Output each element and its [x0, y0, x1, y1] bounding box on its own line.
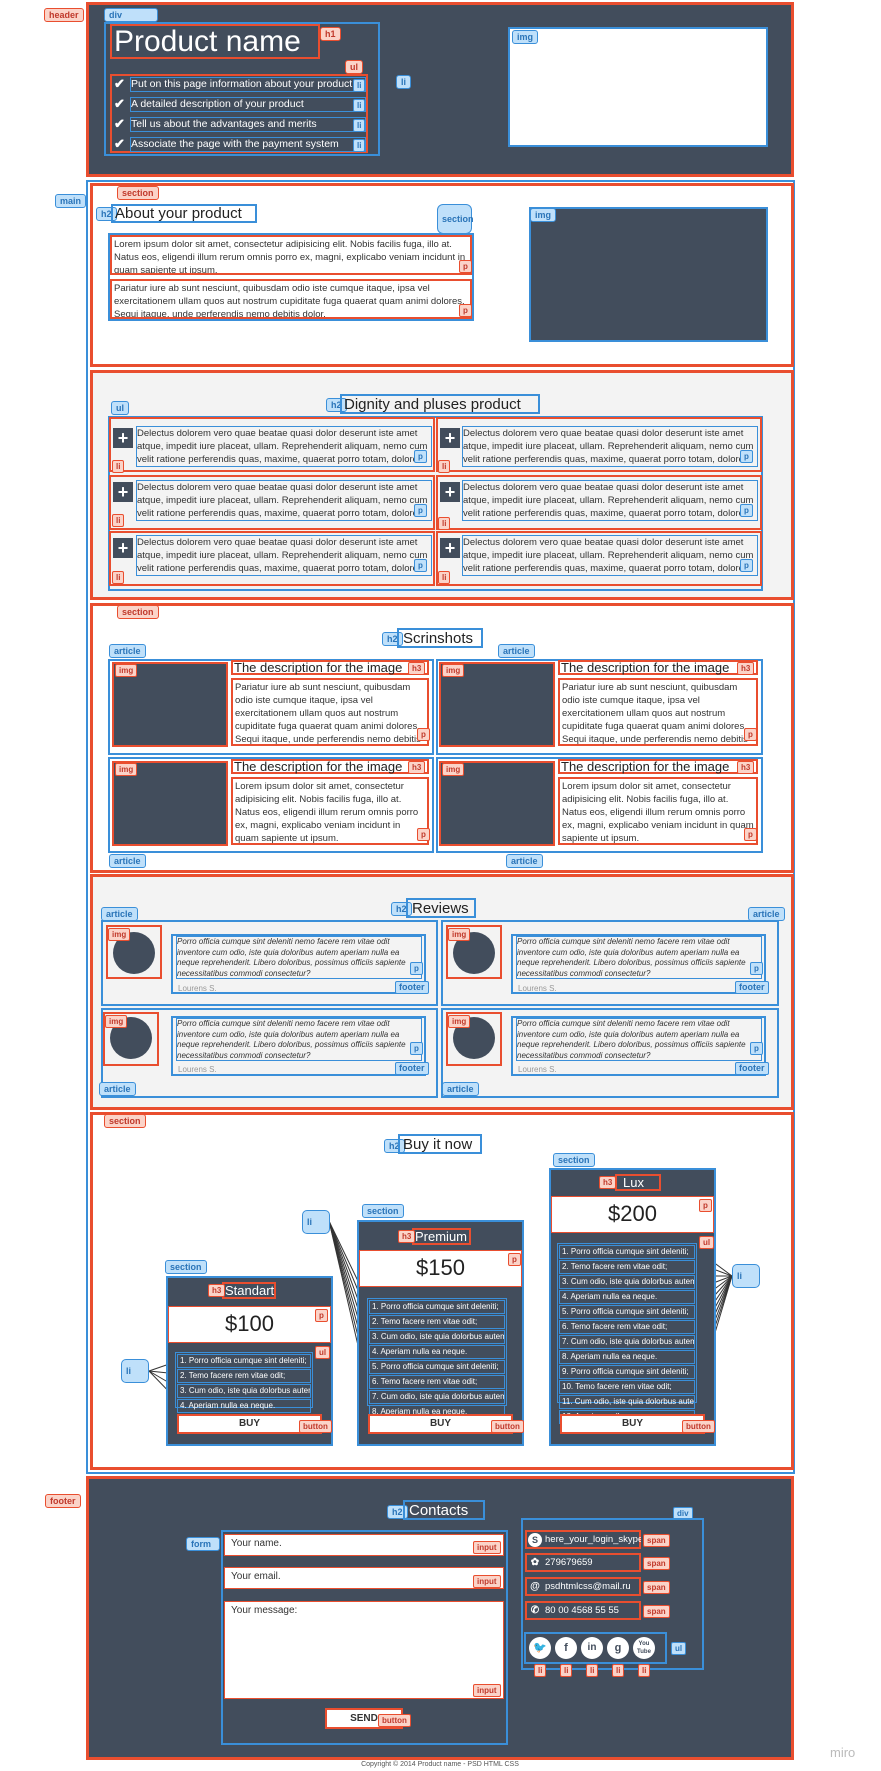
li-annotation-tag: li	[732, 1264, 760, 1288]
li-tag: li	[638, 1664, 651, 1677]
youtube-icon[interactable]: You Tube	[633, 1637, 655, 1659]
p-tag: p	[315, 1309, 328, 1322]
email-address: psdhtmlcss@mail.ru	[545, 1581, 631, 1592]
input-tag: input	[473, 1684, 501, 1697]
span-tag: span	[643, 1557, 670, 1570]
p-tag: p	[508, 1253, 521, 1266]
span-tag: span	[643, 1581, 670, 1594]
button-tag: button	[682, 1420, 715, 1433]
skype-icon: S	[528, 1533, 542, 1547]
at-icon: @	[530, 1581, 540, 1592]
plan-feature: 4. Aperiam nulla ea neque.	[559, 1290, 695, 1304]
span-tag: span	[643, 1605, 670, 1618]
plan-features: 1. Porro officia cumque sint deleniti; 2…	[175, 1352, 313, 1413]
plan-feature: 1. Porro officia cumque sint deleniti;	[369, 1300, 505, 1314]
h3-tag: h3	[208, 1284, 226, 1297]
linkedin-icon[interactable]: in	[581, 1637, 603, 1659]
li-annotation-tag: li	[302, 1210, 330, 1234]
google-icon[interactable]: g	[607, 1637, 629, 1659]
plan-features: 1. Porro officia cumque sint deleniti; 2…	[367, 1298, 507, 1419]
plan-feature: 2. Temo facere rem vitae odit;	[177, 1369, 311, 1383]
plan-feature: 5. Porro officia cumque sint deleniti;	[369, 1360, 505, 1374]
plan-feature: 11. Cum odio, iste quia dolorbus autem;	[559, 1395, 695, 1409]
span-tag: span	[643, 1534, 670, 1547]
plan-name: Premium	[412, 1228, 471, 1245]
h3-tag: h3	[599, 1176, 617, 1189]
plan-feature: 4. Aperiam nulla ea neque.	[369, 1345, 505, 1359]
plan-feature: 10. Temo facere rem vitae odit;	[559, 1380, 695, 1394]
plan-feature: 4. Aperiam nulla ea neque.	[177, 1399, 311, 1413]
plan-name: Lux	[615, 1174, 661, 1191]
li-tag: li	[534, 1664, 547, 1677]
plan-feature: 7. Cum odio, iste quia dolorbus autem;	[559, 1335, 695, 1349]
ul-tag: ul	[671, 1642, 687, 1655]
plan-feature: 9. Porro officia cumque sint deleniti;	[559, 1365, 695, 1379]
message-input[interactable]: Your message:	[224, 1601, 504, 1699]
li-tag: li	[586, 1664, 599, 1677]
plan-feature: 3. Cum odio, iste quia dolorbus autem;	[177, 1384, 311, 1398]
input-tag: input	[473, 1575, 501, 1588]
copyright: Copyright © 2014 Product name - PSD HTML…	[361, 1761, 519, 1768]
button-tag: button	[491, 1420, 524, 1433]
p-tag: p	[699, 1199, 712, 1212]
phone-number: 80 00 4568 55 55	[545, 1605, 619, 1616]
icq-flower-icon: ✿	[530, 1557, 540, 1568]
input-tag: input	[473, 1541, 501, 1554]
h3-tag: h3	[398, 1230, 416, 1243]
plan-feature: 8. Aperiam nulla ea neque.	[559, 1350, 695, 1364]
plan-feature: 2. Temo facere rem vitae odit;	[369, 1315, 505, 1329]
plan-feature: 1. Porro officia cumque sint deleniti;	[177, 1354, 311, 1368]
name-input[interactable]: Your name.	[224, 1534, 504, 1556]
plan-features: 1. Porro officia cumque sint deleniti; 2…	[557, 1243, 697, 1424]
plan-name: Standart	[222, 1282, 276, 1299]
section-tag: section	[165, 1260, 207, 1274]
footer-tag: footer	[45, 1494, 81, 1508]
button-tag: button	[299, 1420, 332, 1433]
plan-price: $100	[168, 1306, 331, 1343]
twitter-icon[interactable]: 🐦	[529, 1637, 551, 1659]
li-tag: li	[612, 1664, 625, 1677]
li-tag: li	[560, 1664, 573, 1677]
ul-tag: ul	[699, 1236, 715, 1249]
form-tag: form	[186, 1537, 220, 1551]
plan-feature: 3. Cum odio, iste quia dolorbus autem;	[369, 1330, 505, 1344]
plan-feature: 6. Temo facere rem vitae odit;	[369, 1375, 505, 1389]
miro-watermark: miro	[830, 1745, 856, 1760]
section-tag: section	[553, 1153, 595, 1167]
phone-icon: ✆	[530, 1605, 540, 1616]
plan-price: $150	[359, 1250, 522, 1287]
skype-login: here_your_login_skype	[545, 1534, 641, 1545]
facebook-icon[interactable]: f	[555, 1637, 577, 1659]
email-input[interactable]: Your email.	[224, 1567, 504, 1589]
plan-feature: 7. Cum odio, iste quia dolorbus autem;	[369, 1390, 505, 1404]
ul-tag: ul	[315, 1346, 331, 1359]
li-annotation-tag: li	[121, 1359, 149, 1383]
plan-feature: 6. Temo facere rem vitae odit;	[559, 1320, 695, 1334]
plan-price: $200	[551, 1196, 714, 1233]
contacts-title: Contacts	[403, 1500, 485, 1520]
plan-feature: 1. Porro officia cumque sint deleniti;	[559, 1245, 695, 1259]
button-tag: button	[378, 1714, 411, 1727]
plan-feature: 5. Porro officia cumque sint deleniti;	[559, 1305, 695, 1319]
plan-feature: 2. Temo facere rem vitae odit;	[559, 1260, 695, 1274]
icq-number: 279679659	[545, 1557, 593, 1568]
section-tag: section	[362, 1204, 404, 1218]
plan-feature: 3. Cum odio, iste quia dolorbus autem;	[559, 1275, 695, 1289]
